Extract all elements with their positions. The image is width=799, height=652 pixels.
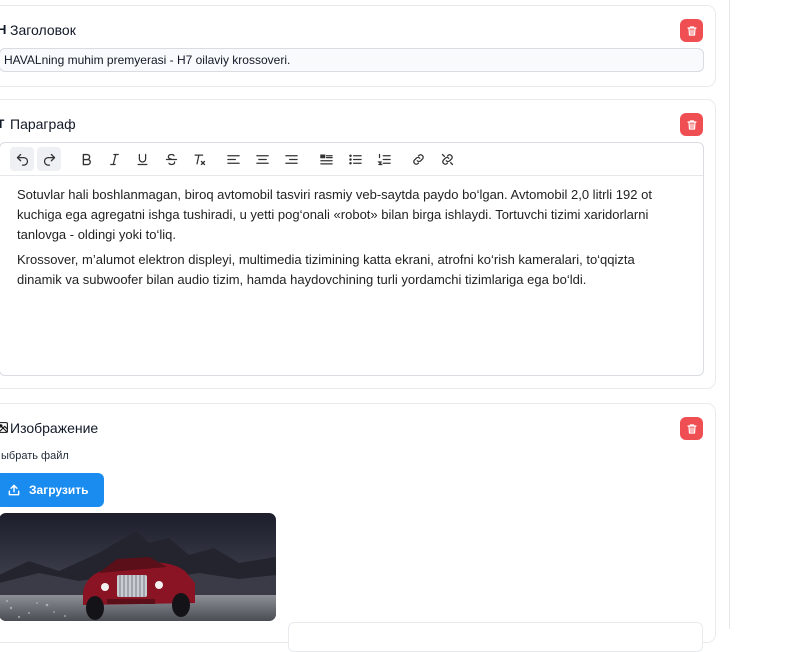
bullet-list-icon bbox=[348, 154, 362, 164]
image-block-title: Изображение bbox=[10, 420, 99, 436]
heading-block-card: H Заголовок HAVALning muhim premyerasi -… bbox=[0, 5, 716, 87]
align-center-icon bbox=[255, 154, 269, 164]
upload-button[interactable]: Загрузить bbox=[0, 473, 104, 507]
underline-button[interactable] bbox=[130, 147, 154, 171]
redo-icon bbox=[43, 153, 55, 166]
clear-format-icon bbox=[194, 154, 205, 165]
heading-input[interactable]: HAVALning muhim premyerasi - H7 oilaviy … bbox=[0, 48, 704, 72]
undo-button[interactable] bbox=[10, 147, 34, 171]
quote-icon bbox=[319, 154, 333, 164]
undo-icon bbox=[16, 153, 28, 166]
trash-icon bbox=[686, 119, 697, 130]
align-left-button[interactable] bbox=[221, 147, 245, 171]
redo-button[interactable] bbox=[37, 147, 61, 171]
trash-icon bbox=[686, 25, 697, 36]
uploaded-image-preview[interactable] bbox=[0, 513, 276, 621]
link-icon bbox=[412, 153, 424, 165]
italic-button[interactable] bbox=[102, 147, 126, 171]
paragraph-block-card: T Параграф Sotuvlar hali boshlanmagan, b… bbox=[0, 99, 716, 389]
unlink-button[interactable] bbox=[435, 147, 459, 171]
heading-block-header: H Заголовок bbox=[0, 6, 715, 54]
delete-paragraph-button[interactable] bbox=[680, 113, 703, 136]
blockquote-button[interactable] bbox=[314, 147, 338, 171]
align-center-button[interactable] bbox=[250, 147, 274, 171]
link-button[interactable] bbox=[406, 147, 430, 171]
upload-icon bbox=[8, 484, 20, 496]
align-right-icon bbox=[284, 154, 298, 164]
image-block-card: Изображение ыбрать файл Загрузить bbox=[0, 403, 716, 643]
paragraph-text: Sotuvlar hali boshlanmagan, biroq avtomo… bbox=[17, 187, 652, 242]
trash-icon bbox=[686, 423, 697, 434]
editor-toolbar bbox=[0, 143, 703, 176]
unlink-icon bbox=[441, 153, 453, 165]
clear-format-button[interactable] bbox=[187, 147, 211, 171]
right-panel-edge bbox=[729, 0, 799, 629]
paragraph-block-header: T Параграф bbox=[0, 100, 715, 148]
paragraph-icon: T bbox=[0, 117, 5, 131]
align-left-icon bbox=[226, 154, 240, 164]
numbered-list-button[interactable] bbox=[372, 147, 396, 171]
delete-image-button[interactable] bbox=[680, 417, 703, 440]
next-block-card bbox=[288, 622, 703, 652]
upload-button-label: Загрузить bbox=[29, 483, 89, 497]
bold-icon bbox=[82, 153, 91, 165]
image-block-header: Изображение bbox=[0, 404, 715, 452]
strikethrough-button[interactable] bbox=[159, 147, 183, 171]
strikethrough-icon bbox=[165, 153, 177, 165]
underline-icon bbox=[137, 153, 147, 165]
rich-text-editor[interactable]: Sotuvlar hali boshlanmagan, biroq avtomo… bbox=[0, 142, 704, 376]
file-select-label: ыбрать файл bbox=[1, 450, 69, 462]
align-right-button[interactable] bbox=[279, 147, 303, 171]
numbered-list-icon bbox=[376, 153, 391, 165]
bullet-list-button[interactable] bbox=[343, 147, 367, 171]
paragraph-block-title: Параграф bbox=[10, 116, 76, 132]
image-icon bbox=[0, 421, 9, 439]
italic-icon bbox=[109, 153, 119, 165]
delete-heading-button[interactable] bbox=[680, 19, 703, 42]
editor-content[interactable]: Sotuvlar hali boshlanmagan, biroq avtomo… bbox=[17, 185, 681, 295]
paragraph-text: Krossover, m’alumot elektron displeyi, m… bbox=[17, 252, 635, 287]
heading-block-title: Заголовок bbox=[10, 22, 76, 38]
heading-icon: H bbox=[0, 22, 7, 37]
bold-button[interactable] bbox=[74, 147, 98, 171]
